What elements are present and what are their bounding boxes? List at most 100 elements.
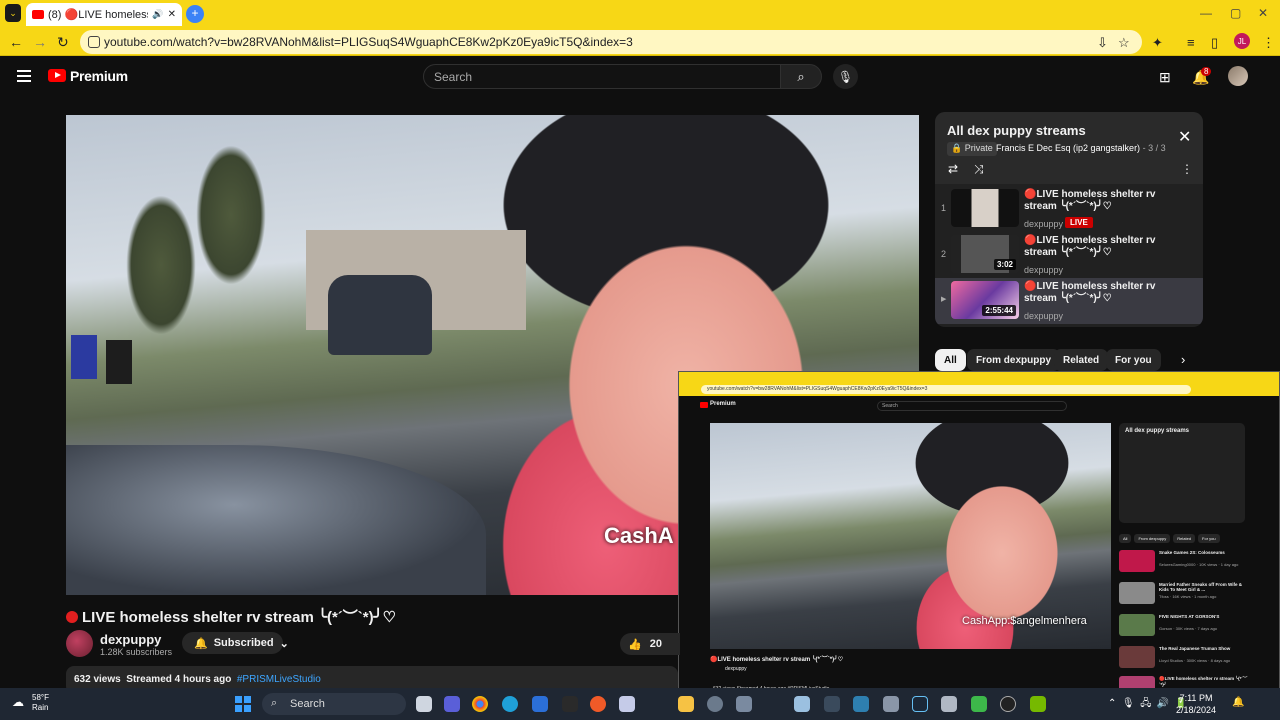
playlist-item[interactable]: 2 3:02 🔴LIVE homeless shelter rv stream … (935, 232, 1203, 278)
owner-name[interactable]: Francis E Dec Esq (ip2 gangstalker) (996, 143, 1140, 153)
ea-icon[interactable] (590, 696, 606, 712)
search-input[interactable]: Search (423, 64, 781, 89)
playlist-item-current[interactable]: ▶ 2:55:44 🔴LIVE homeless shelter rv stre… (935, 278, 1203, 324)
file-explorer-icon[interactable] (678, 696, 694, 712)
youtube-logo-icon[interactable] (48, 69, 66, 82)
reload-icon[interactable]: ↻ (57, 34, 69, 51)
chat-icon[interactable] (444, 696, 460, 712)
clock-time: 7:11 PM (1179, 693, 1213, 703)
app-icon[interactable] (619, 696, 635, 712)
bookmark-star-icon[interactable]: ☆ (1118, 35, 1130, 51)
profile-avatar[interactable]: JL (1234, 33, 1250, 49)
nvidia-icon[interactable] (1030, 696, 1046, 712)
channel-avatar[interactable] (66, 630, 93, 657)
playlist-item[interactable]: 1 🔴LIVE homeless shelter rv stream ╰(*´︶… (935, 186, 1203, 232)
speaker-icon[interactable]: 🔊 (152, 9, 163, 20)
chrome-icon[interactable] (472, 696, 488, 712)
overlay-rec-sub: SeluresGaming0000 · 10K views · 1 day ag… (1159, 562, 1239, 567)
search-button[interactable]: ⌕ (780, 64, 822, 89)
playlist-panel: All dex puppy streams ✕ 🔒 Private Franci… (935, 112, 1203, 327)
edge-icon[interactable] (502, 696, 518, 712)
app-icon[interactable] (941, 696, 957, 712)
windows-start-icon[interactable] (235, 696, 251, 712)
view-count: 632 views (74, 674, 121, 685)
photos-icon[interactable] (794, 696, 810, 712)
chip-related[interactable]: Related (1054, 349, 1109, 371)
app-icon[interactable] (824, 696, 840, 712)
weather-condition: Rain (32, 703, 49, 712)
streamed-time: Streamed 4 hours ago (126, 674, 232, 685)
close-window-icon[interactable]: ✕ (1258, 6, 1268, 20)
playlist-item-title: 🔴LIVE homeless shelter rv stream ╰(*´︶`*… (1024, 189, 1156, 212)
new-tab-icon[interactable]: + (186, 5, 204, 23)
browser-tab[interactable]: (8) 🔴LIVE homeless shelte 🔊 ✕ (26, 3, 182, 26)
app-icon[interactable] (532, 696, 548, 712)
voice-search-button[interactable]: 🎙 (833, 64, 858, 89)
maximize-icon[interactable]: ▢ (1230, 6, 1241, 20)
minimize-icon[interactable]: — (1200, 6, 1212, 20)
overlay-header: Premium Search (679, 398, 1279, 414)
like-count: 20 (649, 638, 662, 650)
extensions-icon[interactable]: ✦ (1152, 35, 1163, 51)
taskbar-clock[interactable]: 7:11 PM 2/18/2024 (1176, 692, 1216, 716)
overlay-brand: Premium (710, 401, 736, 407)
loop-icon[interactable]: ⇄ (948, 162, 958, 176)
playlist-item-channel: dexpuppy (1024, 219, 1064, 229)
browser-menu-icon[interactable]: ⋮ (1262, 35, 1275, 51)
subscribed-button[interactable]: 🔔 Subscribed ⌄ (182, 632, 289, 654)
overlay-rec-item: Snake Games 2S: Colosseums SeluresGaming0… (1119, 550, 1279, 578)
site-info-icon[interactable] (88, 36, 100, 48)
hashtag-link[interactable]: #PRISMLiveStudio (237, 674, 321, 685)
chip-for-you[interactable]: For you (1106, 349, 1161, 371)
privacy-badge: 🔒 Private (947, 142, 997, 156)
shuffle-icon[interactable]: ⤨ (974, 162, 984, 177)
taskbar-search-label: Search (290, 698, 325, 710)
task-view-icon[interactable] (416, 696, 432, 712)
playlist-item-title: 🔴LIVE homeless shelter rv stream ╰(*´︶`*… (1024, 281, 1156, 304)
menu-icon[interactable] (17, 70, 31, 82)
app-icon[interactable] (853, 696, 869, 712)
overlay-rec-item: Married Father Sneaks off From Wife & Ki… (1119, 582, 1279, 610)
install-icon[interactable]: ⇩ (1097, 35, 1108, 51)
tree-image (126, 195, 196, 335)
overlay-chips: All From dexpuppy Related For you (1119, 534, 1223, 543)
now-playing-icon: ▶ (941, 296, 947, 303)
url-text: youtube.com/watch?v=bw28RVANohM&list=PLI… (104, 35, 633, 49)
notification-icon[interactable]: 🔔 (1232, 697, 1244, 708)
overlay-address-bar: youtube.com/watch?v=bw28RVANohM&list=PLI… (679, 383, 1279, 396)
sidebar-icon[interactable]: ▯ (1211, 35, 1218, 51)
tab-menu-icon[interactable]: ⌄ (5, 4, 21, 22)
obs-icon[interactable] (1000, 696, 1016, 712)
steam-icon[interactable] (912, 696, 928, 712)
tab-close-icon[interactable]: ✕ (168, 9, 176, 20)
overlay-rec-thumb (1119, 614, 1155, 636)
weather-widget[interactable]: ☁ 58°F Rain (12, 693, 49, 713)
app-icon[interactable] (736, 696, 752, 712)
create-icon[interactable]: ⊞ (1159, 69, 1171, 86)
forward-icon[interactable]: → (33, 34, 47, 50)
settings-icon[interactable] (707, 696, 723, 712)
taskbar-search[interactable]: ⌕ Search (262, 693, 406, 715)
account-avatar[interactable] (1228, 66, 1248, 86)
epic-games-icon[interactable] (562, 696, 578, 712)
calculator-icon[interactable] (883, 696, 899, 712)
brand-name[interactable]: Premium (70, 68, 128, 84)
chip-from-dexpuppy[interactable]: From dexpuppy (967, 349, 1061, 371)
privacy-label: Private (964, 143, 993, 153)
more-options-icon[interactable]: ⋮ (1181, 162, 1193, 176)
video-duration: 3:02 (993, 259, 1016, 270)
chip-all[interactable]: All (935, 349, 966, 371)
like-button[interactable]: 👍 20 (620, 633, 680, 655)
close-icon[interactable]: ✕ (1178, 127, 1191, 147)
overlay-video: CashApp:$angelmenhera (710, 423, 1111, 649)
back-icon[interactable]: ← (9, 34, 23, 50)
channel-name[interactable]: dexpuppy (100, 632, 161, 647)
playlist-title[interactable]: All dex puppy streams (947, 123, 1086, 138)
chevron-right-icon[interactable]: › (1181, 352, 1185, 367)
playlist-index: 2 (941, 249, 947, 259)
reading-list-icon[interactable]: ≡ (1187, 35, 1195, 50)
overlay-chip: From dexpuppy (1134, 534, 1171, 543)
url-input[interactable]: youtube.com/watch?v=bw28RVANohM&list=PLI… (80, 30, 1142, 54)
video-watermark: CashA (604, 523, 674, 548)
app-icon[interactable] (971, 696, 987, 712)
